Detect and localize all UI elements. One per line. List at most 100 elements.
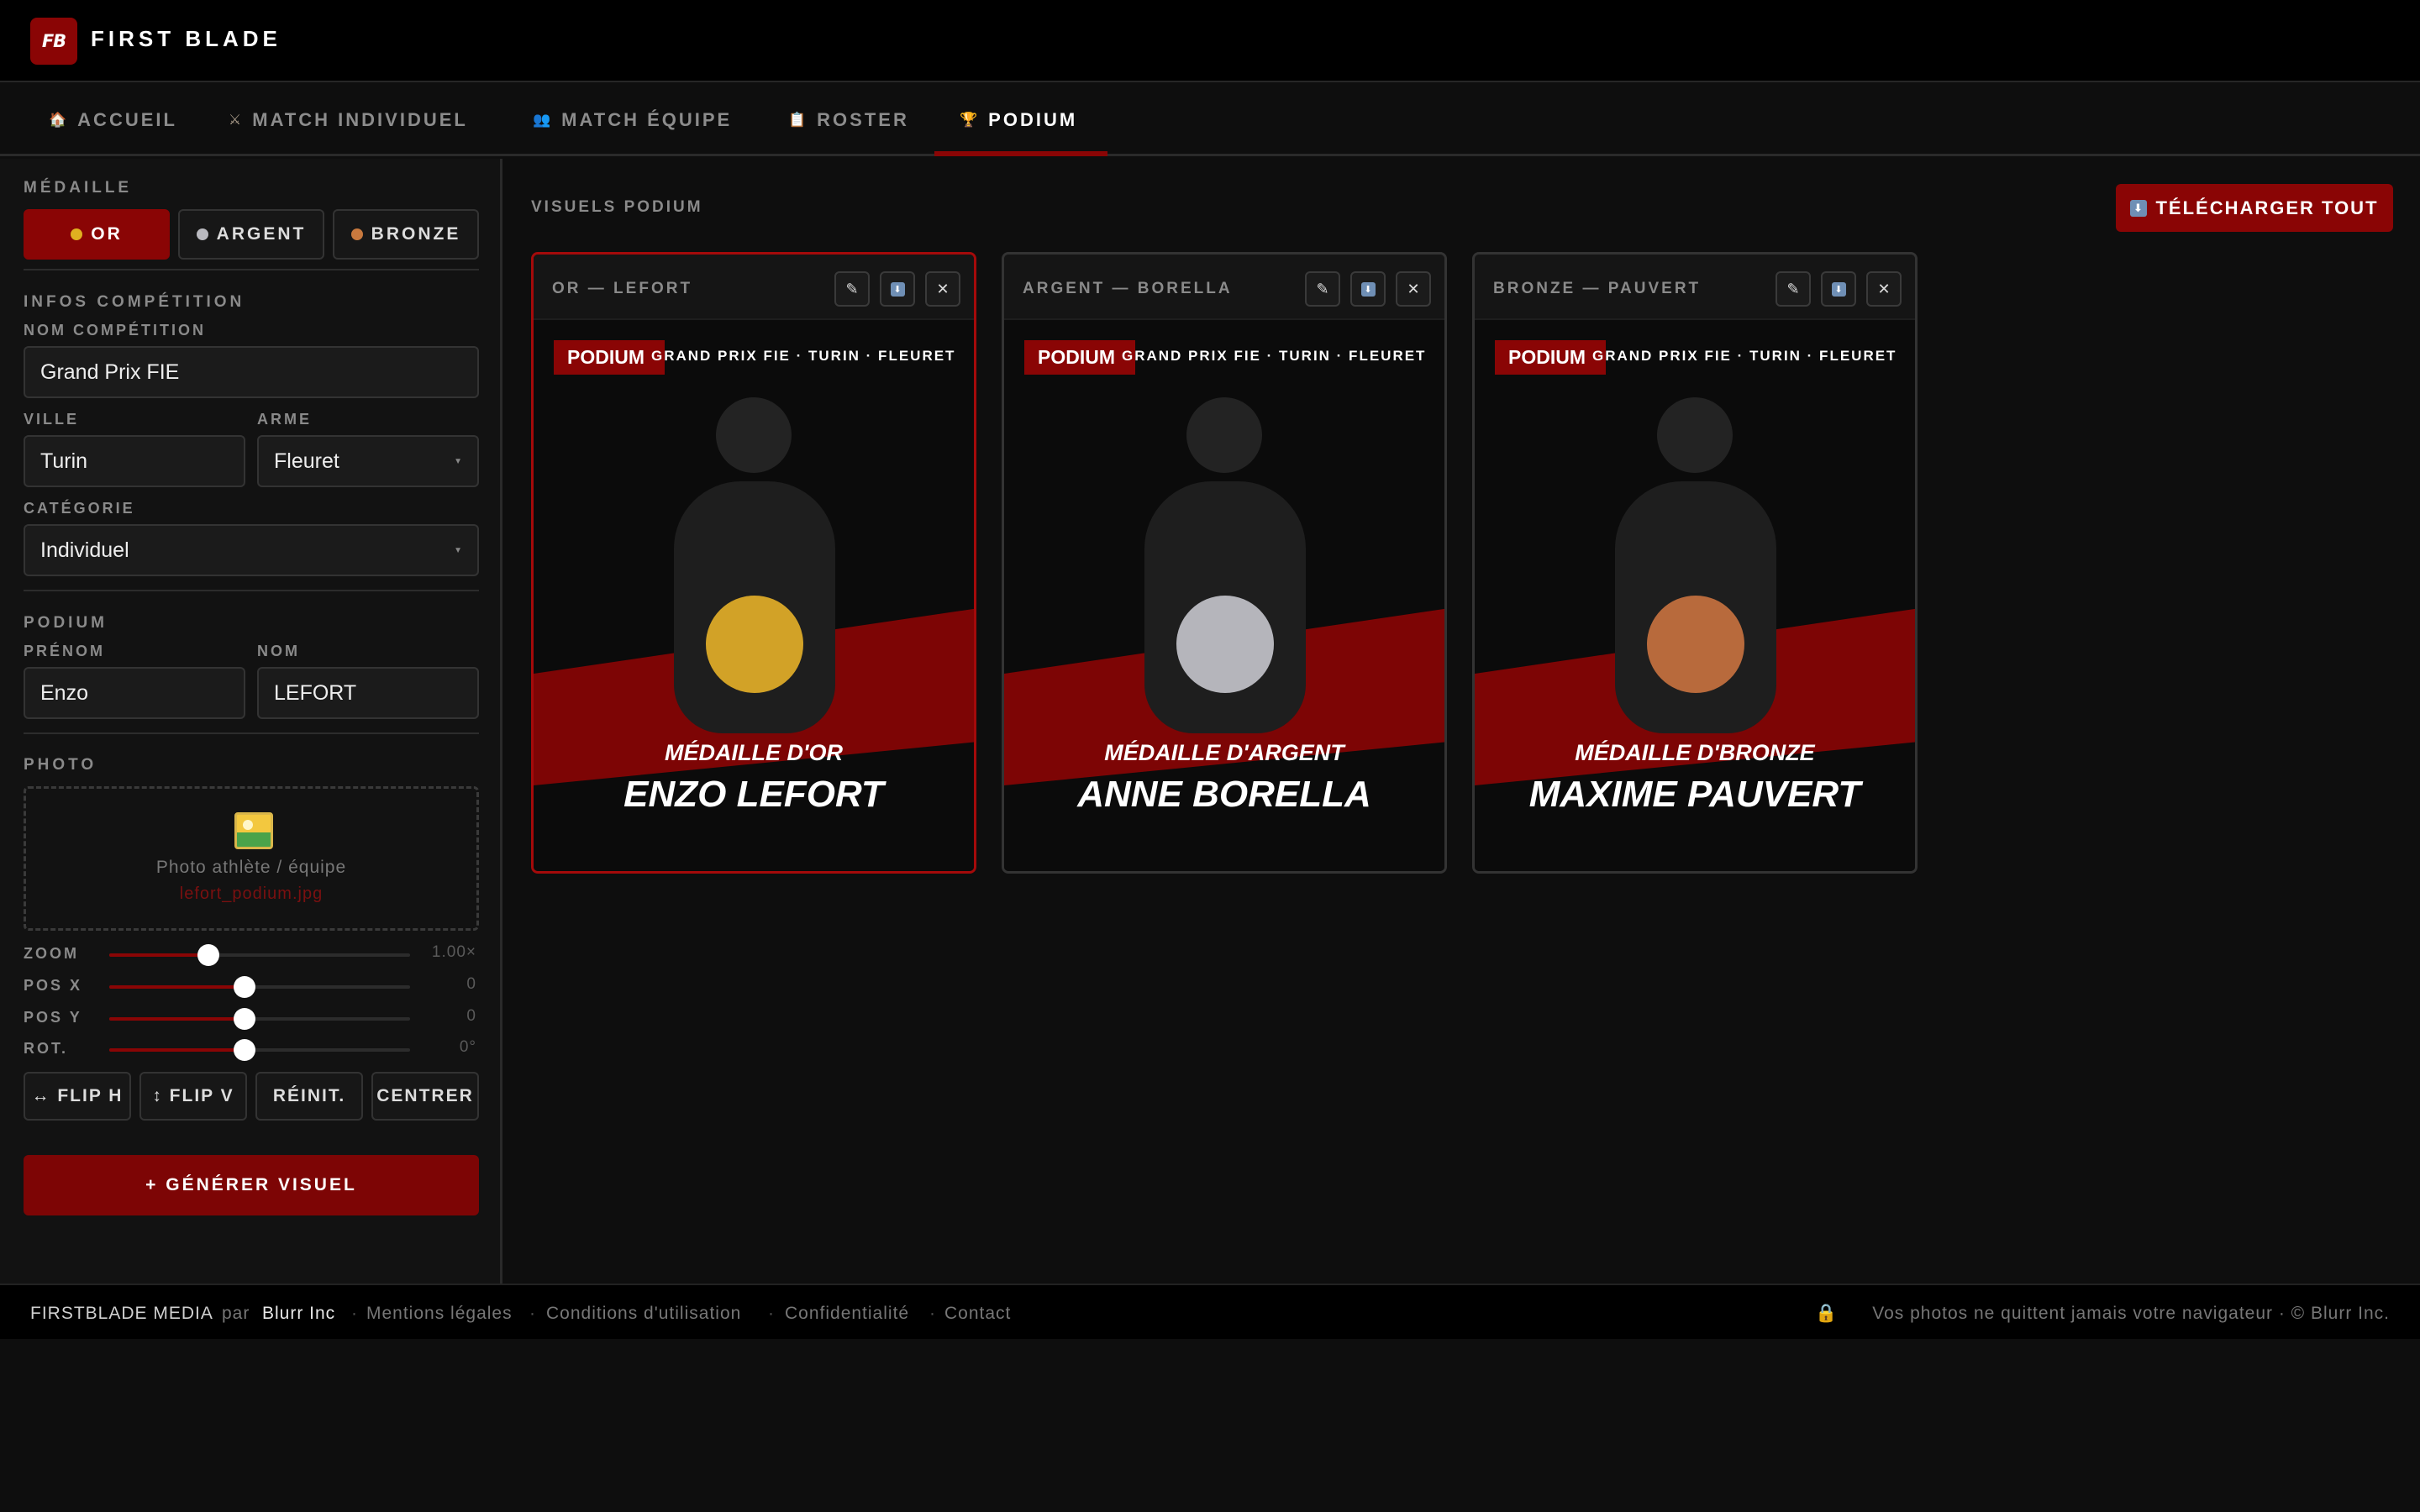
footer-company-link[interactable]: Blurr Inc [262, 1304, 335, 1324]
download-icon: ⬇ [1360, 281, 1376, 297]
footer-separator: · [768, 1304, 775, 1323]
close-button[interactable]: ✕ [1396, 271, 1431, 307]
close-icon: ✕ [936, 280, 950, 297]
athlete-placeholder-head [1657, 397, 1733, 473]
edit-button[interactable]: ✎ [1776, 271, 1811, 307]
close-button[interactable]: ✕ [925, 271, 960, 307]
edit-button[interactable]: ✎ [834, 271, 870, 307]
podium-card-silver[interactable]: ARGENT — BORELLA ✎ ⬇ ✕ PODIUM GRAND PRIX… [1002, 252, 1447, 874]
tab-match-individuel[interactable]: ⚔ MATCH INDIVIDUEL [229, 84, 468, 156]
trophy-icon: 🏆 [960, 112, 981, 128]
slider-thumb[interactable] [234, 1039, 256, 1061]
flip-v-button[interactable]: ↕ FLIP V [139, 1072, 247, 1121]
pos-y-slider[interactable] [109, 1008, 410, 1030]
silver-medal-disc [1176, 596, 1274, 693]
photo-dropzone[interactable]: Photo athlète / équipe lefort_podium.jpg [24, 786, 479, 931]
photo-section-label: PHOTO [24, 756, 97, 774]
download-icon: ⬇ [2130, 199, 2148, 217]
medal-gold-button[interactable]: OR [24, 209, 170, 260]
logo-badge[interactable]: FB [30, 18, 77, 65]
slider-fill [109, 985, 245, 989]
slider-thumb[interactable] [234, 1008, 256, 1030]
card-title: ARGENT — BORELLA [1023, 280, 1233, 297]
firstname-label: PRÉNOM [24, 643, 106, 659]
edit-button[interactable]: ✎ [1305, 271, 1340, 307]
footer-link-privacy[interactable]: Confidentialité [785, 1304, 909, 1324]
flip-h-button[interactable]: ↔ FLIP H [24, 1072, 131, 1121]
lastname-label: NOM [257, 643, 300, 659]
tab-match-equipe[interactable]: 👥 MATCH ÉQUIPE [533, 84, 732, 156]
slider-thumb[interactable] [234, 976, 256, 998]
rotation-slider[interactable] [109, 1039, 410, 1061]
section-title: VISUELS PODIUM [531, 198, 703, 216]
download-all-label: TÉLÉCHARGER TOUT [2155, 197, 2379, 218]
tab-label: MATCH INDIVIDUEL [252, 109, 468, 130]
zoom-slider[interactable] [109, 944, 410, 966]
download-button[interactable]: ⬇ [1350, 271, 1386, 307]
competition-name-input[interactable] [24, 346, 479, 398]
close-button[interactable]: ✕ [1866, 271, 1902, 307]
competition-line: GRAND PRIX FIE · TURIN · FLEURET [1122, 348, 1427, 364]
athlete-name: ENZO LEFORT [623, 774, 884, 815]
medal-label: BRONZE [371, 224, 461, 244]
active-tab-indicator [934, 151, 1107, 156]
podium-card-gold[interactable]: OR — LEFORT ✎ ⬇ ✕ PODIUM GRAND PRIX FIE … [531, 252, 976, 874]
weapon-value: Fleuret [274, 449, 339, 473]
tab-accueil[interactable]: 🏠 ACCUEIL [49, 84, 177, 156]
center-button[interactable]: CENTRER [371, 1072, 479, 1121]
download-icon: ⬇ [890, 281, 905, 297]
category-value: Individuel [40, 538, 129, 562]
tab-roster[interactable]: 📋 ROSTER [788, 84, 909, 156]
podium-tag: PODIUM [554, 340, 665, 375]
weapon-select[interactable]: Fleuret ▼ [257, 435, 479, 487]
dropzone-filename: lefort_podium.jpg [179, 885, 324, 903]
download-button[interactable]: ⬇ [1821, 271, 1856, 307]
generate-visual-button[interactable]: + GÉNÉRER VISUEL [24, 1155, 479, 1215]
image-icon [234, 812, 273, 849]
gold-medal-disc [706, 596, 803, 693]
footer-separator: · [529, 1304, 536, 1323]
lastname-input[interactable] [257, 667, 479, 719]
firstname-input[interactable] [24, 667, 245, 719]
city-label: VILLE [24, 411, 80, 428]
zoom-label: ZOOM [24, 945, 79, 962]
city-input[interactable] [24, 435, 245, 487]
rotation-label: ROT. [24, 1040, 69, 1057]
editor-sidebar: MÉDAILLE OR ARGENT BRONZE INFOS COMPÉTIT… [0, 159, 502, 1284]
card-title: OR — LEFORT [552, 280, 693, 297]
footer-link-contact[interactable]: Contact [944, 1304, 1011, 1324]
card-header: ARGENT — BORELLA ✎ ⬇ ✕ [1004, 255, 1444, 320]
lock-icon: 🔒 [1815, 1304, 1839, 1323]
footer-by: par [222, 1304, 250, 1323]
tab-label: MATCH ÉQUIPE [561, 109, 733, 130]
medal-label: OR [91, 224, 123, 244]
zoom-value: 1.00× [431, 943, 476, 961]
pos-x-label: POS X [24, 977, 83, 994]
podium-visual: PODIUM GRAND PRIX FIE · TURIN · FLEURET … [534, 320, 974, 871]
athlete-name: MAXIME PAUVERT [1528, 774, 1861, 815]
tab-podium[interactable]: 🏆 PODIUM [960, 84, 1077, 156]
medal-silver-button[interactable]: ARGENT [178, 209, 324, 260]
medal-section-label: MÉDAILLE [24, 179, 133, 197]
slider-thumb[interactable] [197, 944, 220, 966]
footer-privacy-note: Vos photos ne quittent jamais votre navi… [1872, 1304, 2390, 1323]
pencil-icon: ✎ [1786, 280, 1800, 297]
divider [24, 590, 479, 591]
silver-medal-icon [196, 228, 208, 240]
footer-link-legal[interactable]: Mentions légales [366, 1304, 513, 1324]
card-header: OR — LEFORT ✎ ⬇ ✕ [534, 255, 974, 320]
pos-x-slider[interactable] [109, 976, 410, 998]
download-button[interactable]: ⬇ [880, 271, 915, 307]
podium-card-bronze[interactable]: BRONZE — PAUVERT ✎ ⬇ ✕ PODIUM GRAND PRIX… [1472, 252, 1918, 874]
pencil-icon: ✎ [1316, 280, 1329, 297]
divider [24, 732, 479, 734]
gold-medal-icon [71, 228, 83, 240]
podium-tag: PODIUM [1495, 340, 1606, 375]
bronze-medal-disc [1647, 596, 1744, 693]
medal-bronze-button[interactable]: BRONZE [333, 209, 479, 260]
category-select[interactable]: Individuel ▼ [24, 524, 479, 576]
tab-label: PODIUM [988, 109, 1078, 130]
reset-button[interactable]: RÉINIT. [255, 1072, 363, 1121]
footer-link-terms[interactable]: Conditions d'utilisation [546, 1304, 741, 1324]
download-all-button[interactable]: ⬇ TÉLÉCHARGER TOUT [2116, 184, 2393, 232]
